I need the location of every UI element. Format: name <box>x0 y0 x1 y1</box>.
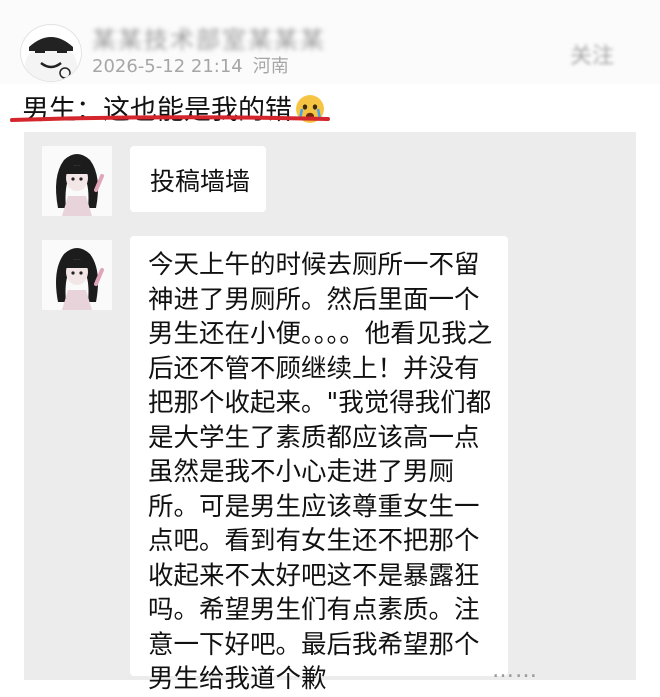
red-underline <box>10 115 330 122</box>
message-bubble: 投稿墙墙 <box>130 146 266 212</box>
message-text: 今天上午的时候去厕所一不留神进了男厕所。然后里面一个男生还在小便。。。。他看见我… <box>148 250 493 694</box>
poster-name[interactable]: 某某技术部室某某某 <box>92 20 326 55</box>
message-bubble: 今天上午的时候去厕所一不留神进了男厕所。然后里面一个男生还在小便。。。。他看见我… <box>130 236 508 694</box>
watermark: …… <box>492 658 538 683</box>
sender-avatar[interactable] <box>42 146 112 216</box>
post-location: 河南 <box>252 56 289 77</box>
poster-avatar[interactable] <box>20 24 82 82</box>
message-text: 投稿墙墙 <box>150 167 251 196</box>
post-datetime: 2026-5-12 21:14 <box>92 56 243 77</box>
post-meta: 2026-5-12 21:14 河南 <box>92 52 289 78</box>
sender-avatar[interactable] <box>42 240 112 310</box>
follow-button[interactable]: 关注 <box>570 38 614 70</box>
post-header: 某某技术部室某某某 2026-5-12 21:14 河南 关注 <box>0 0 660 84</box>
